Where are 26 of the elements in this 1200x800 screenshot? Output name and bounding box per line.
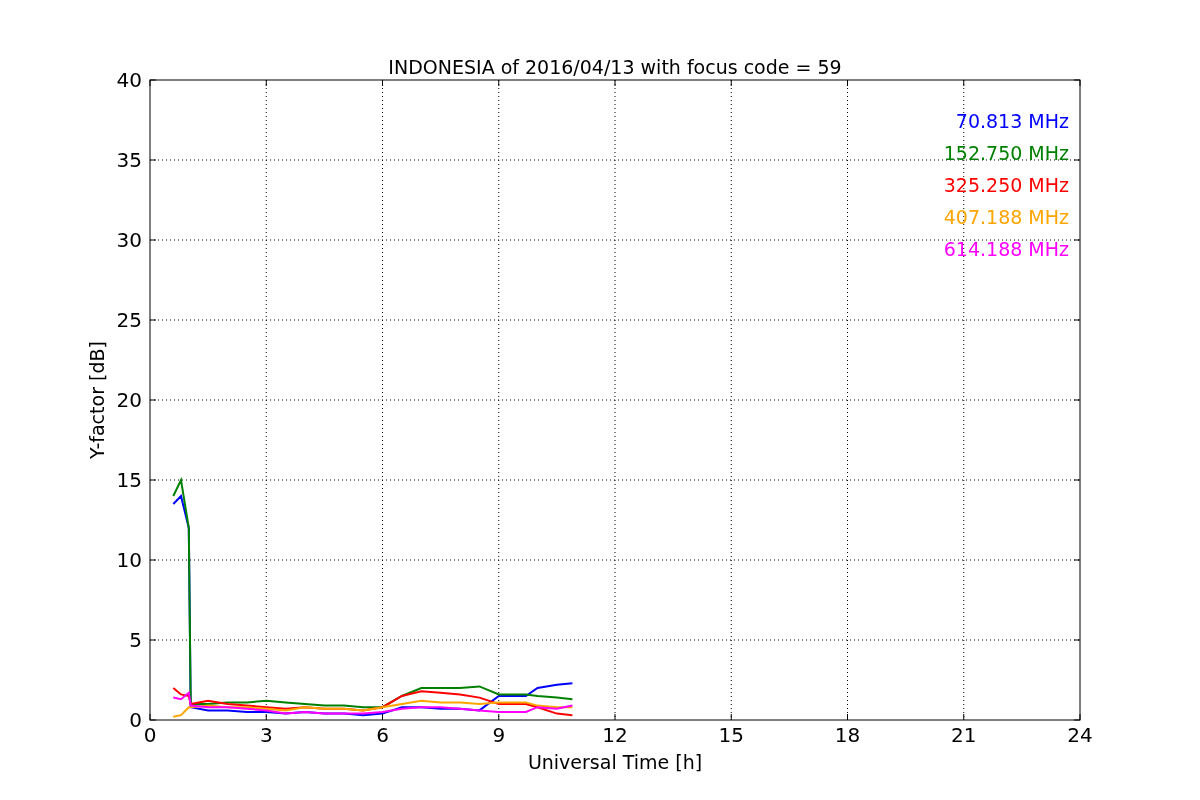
y-tick-label: 0 — [129, 708, 142, 732]
x-tick-label: 15 — [718, 723, 744, 747]
legend-label: 70.813 MHz — [955, 110, 1069, 132]
legend-label: 325.250 MHz — [943, 174, 1069, 196]
y-tick-label: 25 — [116, 308, 142, 332]
x-tick-label: 21 — [951, 723, 977, 747]
y-tick-label: 20 — [116, 388, 142, 412]
legend-label: 614.188 MHz — [943, 238, 1069, 260]
y-tick-label: 15 — [116, 468, 142, 492]
x-tick-label: 3 — [259, 723, 273, 747]
x-axis-label: Universal Time [h] — [527, 751, 703, 773]
chart-title: INDONESIA of 2016/04/13 with focus code = 59 — [388, 56, 842, 78]
y-tick-label: 5 — [129, 628, 142, 652]
y-tick-label: 35 — [116, 148, 142, 172]
x-tick-label: 18 — [834, 723, 861, 747]
x-tick-label: 24 — [1067, 723, 1093, 747]
y-axis-label: Y-factor [dB] — [86, 341, 108, 459]
x-tick-label: 0 — [143, 723, 157, 747]
legend-label: 407.188 MHz — [943, 206, 1069, 228]
x-tick-label: 12 — [602, 723, 628, 747]
x-tick-label: 9 — [492, 723, 506, 747]
x-tick-label: 6 — [376, 723, 389, 747]
y-tick-label: 40 — [116, 68, 142, 92]
y-tick-label: 30 — [116, 228, 142, 252]
y-tick-label: 10 — [116, 548, 142, 572]
legend-label: 152.750 MHz — [943, 142, 1069, 164]
